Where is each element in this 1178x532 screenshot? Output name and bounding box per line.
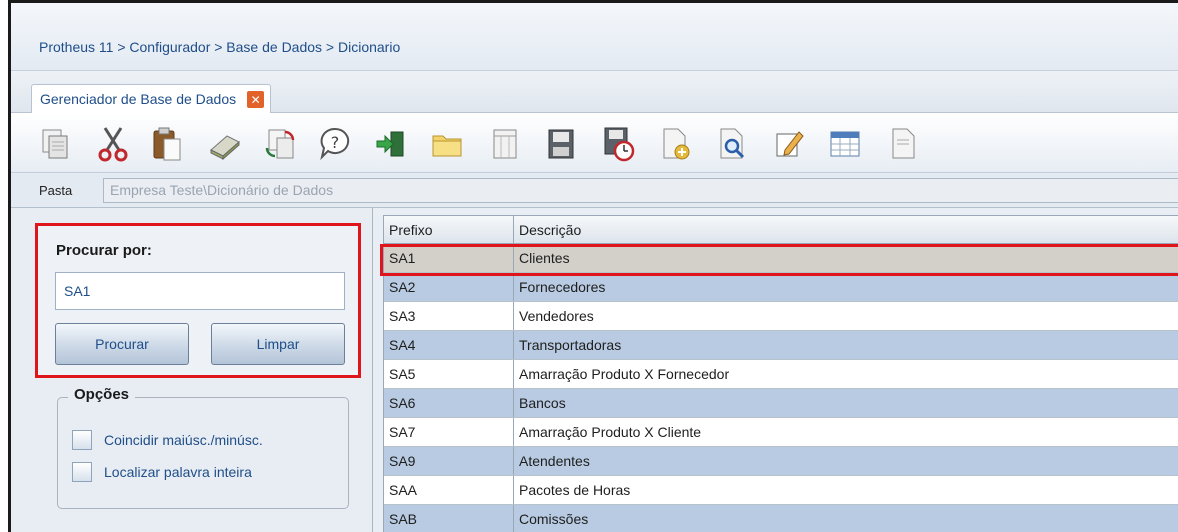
cell-description: Amarração Produto X Fornecedor <box>519 366 730 382</box>
pasta-label: Pasta <box>39 183 73 198</box>
grid-icon[interactable] <box>823 123 867 165</box>
paste-icon[interactable] <box>145 123 189 165</box>
table-row[interactable]: SAB Comissões <box>384 505 1178 532</box>
cell-description: Comissões <box>519 511 589 527</box>
close-icon[interactable]: ✕ <box>247 91 265 108</box>
breadcrumb-bar: Protheus 11 > Configurador > Base de Dad… <box>11 3 1178 71</box>
cell-description: Clientes <box>519 250 570 266</box>
cell-description: Amarração Produto X Cliente <box>519 424 702 440</box>
table-row[interactable]: SA1 Clientes <box>384 244 1178 273</box>
column-header-prefix[interactable]: Prefixo <box>384 216 514 244</box>
search-panel: Procurar por: Procurar Limpar Opções Coi… <box>11 208 373 532</box>
cell-description: Transportadoras <box>519 337 622 353</box>
search-document-icon[interactable] <box>711 123 755 165</box>
pasta-field: Empresa Teste\Dicionário de Dados <box>103 178 1178 203</box>
table-row[interactable]: SA6 Bancos <box>384 389 1178 418</box>
whole-word-option[interactable]: Localizar palavra inteira <box>72 462 252 482</box>
cell-prefix: SA7 <box>384 418 514 446</box>
pasta-bar: Pasta Empresa Teste\Dicionário de Dados <box>11 174 1178 208</box>
table-view-icon[interactable] <box>483 123 527 165</box>
tab-gerenciador-base-dados[interactable]: Gerenciador de Base de Dados ✕ <box>31 84 272 113</box>
whole-word-checkbox[interactable] <box>72 462 92 482</box>
grid-header: Prefixo Descrição <box>384 216 1178 244</box>
whole-word-label: Localizar palavra inteira <box>104 464 252 480</box>
options-group: Opções Coincidir maiúsc./minúsc. Localiz… <box>57 386 349 509</box>
cell-description: Atendentes <box>519 453 590 469</box>
table-row[interactable]: SAA Pacotes de Horas <box>384 476 1178 505</box>
cell-prefix: SAB <box>384 505 514 532</box>
cell-description: Pacotes de Horas <box>519 482 631 498</box>
table-row[interactable]: SA7 Amarração Produto X Cliente <box>384 418 1178 447</box>
options-title: Opções <box>68 386 136 403</box>
eraser-icon[interactable] <box>203 123 247 165</box>
refresh-icon[interactable] <box>259 123 303 165</box>
cell-description: Fornecedores <box>519 279 606 295</box>
cell-prefix: SA5 <box>384 360 514 388</box>
tabs-bar: Gerenciador de Base de Dados ✕ <box>11 71 1178 113</box>
table-row[interactable]: SA9 Atendentes <box>384 447 1178 476</box>
cell-description: Vendedores <box>519 308 594 324</box>
search-input[interactable] <box>55 272 345 310</box>
clear-button[interactable]: Limpar <box>211 323 345 365</box>
document-icon[interactable] <box>881 123 925 165</box>
search-button[interactable]: Procurar <box>55 323 189 365</box>
tables-grid: Prefixo Descrição SA1 Clientes SA2 Forne… <box>380 215 1178 532</box>
toolbar: ? <box>11 113 1178 173</box>
breadcrumb[interactable]: Protheus 11 > Configurador > Base de Dad… <box>39 39 400 55</box>
table-row[interactable]: SA3 Vendedores <box>384 302 1178 331</box>
cell-prefix: SA9 <box>384 447 514 475</box>
cell-description: Bancos <box>519 395 566 411</box>
folder-icon[interactable] <box>425 123 469 165</box>
match-case-checkbox[interactable] <box>72 430 92 450</box>
column-header-description[interactable]: Descrição <box>514 216 1178 244</box>
match-case-option[interactable]: Coincidir maiúsc./minúsc. <box>72 430 263 450</box>
cell-prefix: SA6 <box>384 389 514 417</box>
cut-icon[interactable] <box>91 123 135 165</box>
edit-icon[interactable] <box>767 123 811 165</box>
tab-label: Gerenciador de Base de Dados <box>40 91 237 107</box>
table-row[interactable]: SA2 Fornecedores <box>384 273 1178 302</box>
cell-prefix: SA4 <box>384 331 514 359</box>
search-box: Procurar por: Procurar Limpar <box>35 223 361 378</box>
svg-text:?: ? <box>331 133 340 152</box>
add-document-icon[interactable] <box>653 123 697 165</box>
table-row[interactable]: SA5 Amarração Produto X Fornecedor <box>384 360 1178 389</box>
app-window: Protheus 11 > Configurador > Base de Dad… <box>8 0 1178 532</box>
table-row[interactable]: SA4 Transportadoras <box>384 331 1178 360</box>
match-case-label: Coincidir maiúsc./minúsc. <box>104 432 263 448</box>
cell-prefix: SA1 <box>384 244 514 272</box>
save-schedule-icon[interactable] <box>597 123 641 165</box>
cell-prefix: SAA <box>384 476 514 504</box>
copy-icon[interactable] <box>33 123 77 165</box>
search-title: Procurar por: <box>56 242 152 259</box>
help-icon[interactable]: ? <box>313 123 357 165</box>
cell-prefix: SA3 <box>384 302 514 330</box>
exit-icon[interactable] <box>369 123 413 165</box>
cell-prefix: SA2 <box>384 273 514 301</box>
save-icon[interactable] <box>539 123 583 165</box>
